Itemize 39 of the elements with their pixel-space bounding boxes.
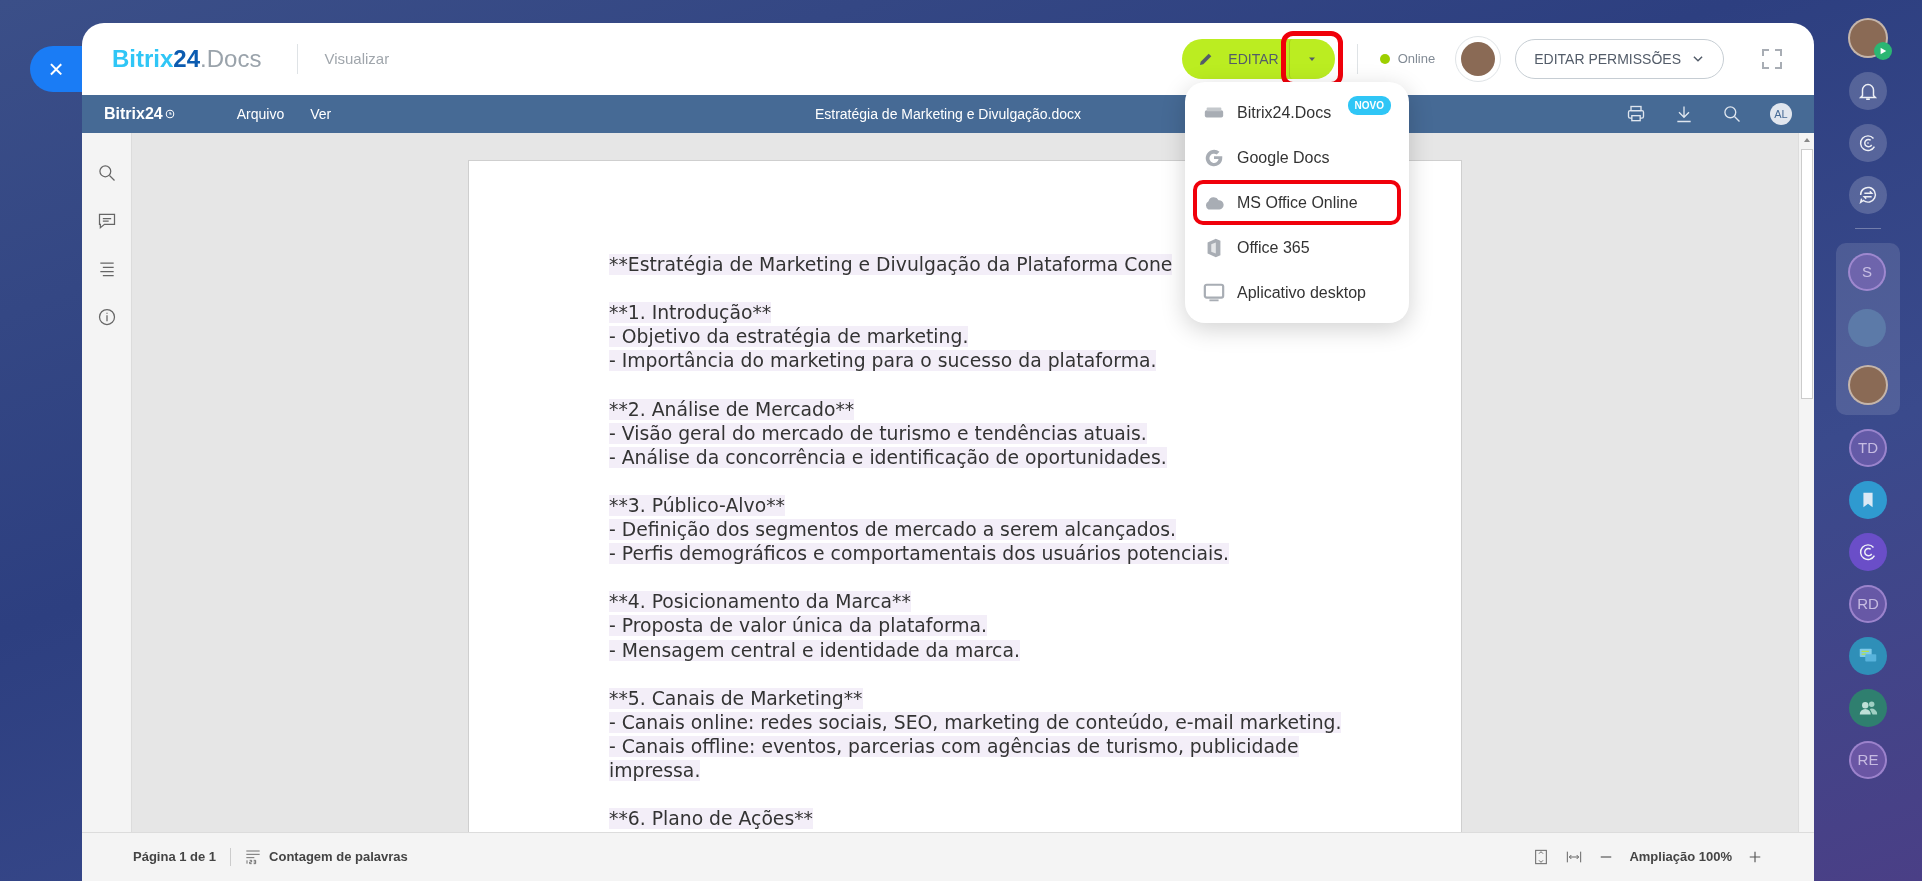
- initials-avatar[interactable]: S: [1848, 253, 1886, 291]
- initials-avatar[interactable]: TD: [1849, 429, 1887, 467]
- file-name: Estratégia de Marketing e Divulgação.docx: [814, 104, 1082, 124]
- menu-item[interactable]: Office 365: [1193, 225, 1401, 270]
- word-count-icon: [245, 849, 262, 865]
- search-icon[interactable]: [1722, 104, 1742, 124]
- menu-item[interactable]: Aplicativo desktop: [1193, 270, 1401, 315]
- menu-tab[interactable]: Ver: [310, 103, 332, 125]
- page-counter: Página 1 de 1: [133, 848, 217, 867]
- initials-avatar[interactable]: RE: [1849, 741, 1887, 779]
- menu-tab[interactable]: Arquivo: [236, 103, 285, 125]
- fit-page-icon[interactable]: [1533, 849, 1550, 865]
- initials-avatar[interactable]: RD: [1849, 585, 1887, 623]
- scrollbar[interactable]: [1798, 133, 1814, 832]
- clock-icon: [164, 109, 175, 119]
- comment-icon[interactable]: [96, 211, 117, 231]
- mode-label: Visualizar: [324, 48, 390, 69]
- download-icon[interactable]: [1674, 104, 1694, 124]
- monitor-icon: [1203, 281, 1225, 304]
- status-label: Online: [1397, 50, 1436, 69]
- menu-item[interactable]: MS Office Online: [1193, 180, 1401, 225]
- search-icon[interactable]: [96, 163, 117, 183]
- edit-button[interactable]: EDITAR: [1182, 39, 1289, 79]
- menu-item[interactable]: Google Docs: [1193, 135, 1401, 180]
- permissions-button[interactable]: EDITAR PERMISSÕES: [1515, 39, 1724, 79]
- printer-icon[interactable]: [1626, 104, 1646, 124]
- fit-width-icon[interactable]: [1565, 849, 1584, 865]
- info-icon[interactable]: [96, 307, 117, 327]
- word-count-button[interactable]: Contagem de palavras: [245, 847, 408, 867]
- avatar-placeholder[interactable]: [1848, 365, 1888, 405]
- editor-logo: Bitrix24: [104, 102, 175, 126]
- user-initials[interactable]: AL: [1770, 103, 1792, 125]
- new-badge: NOVO: [1347, 96, 1391, 115]
- close-button[interactable]: ×: [30, 46, 82, 92]
- menu-item[interactable]: Bitrix24.Docs NOVO: [1193, 90, 1401, 135]
- app-logo: Bitrix24.Docs: [112, 44, 262, 74]
- exchange-icon[interactable]: [1857, 184, 1879, 206]
- zoom-level: Ampliação 100%: [1629, 848, 1732, 867]
- zoom-in-icon[interactable]: [1748, 850, 1762, 864]
